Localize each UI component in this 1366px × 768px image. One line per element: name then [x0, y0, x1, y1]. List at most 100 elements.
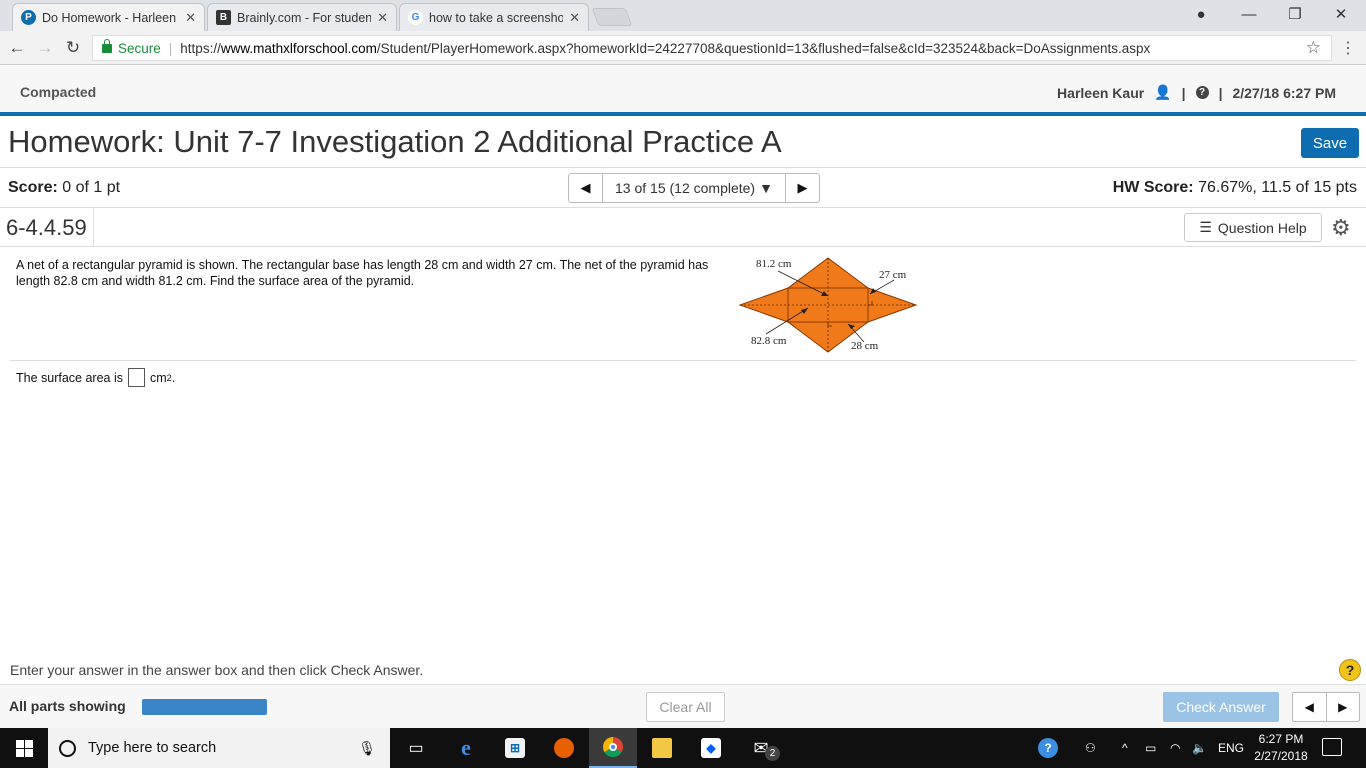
- header-divider: |: [1181, 84, 1186, 101]
- firefox-icon[interactable]: [540, 728, 588, 768]
- tab-label: Do Homework - Harleen: [42, 10, 177, 25]
- tab-brainly[interactable]: B Brainly.com - For student ✕: [207, 3, 397, 31]
- app-header: Compacted Harleen Kaur 👤 | ? | 2/27/18 6…: [0, 66, 1366, 116]
- bookmark-star-icon[interactable]: ☆: [1306, 38, 1321, 58]
- close-icon[interactable]: ✕: [569, 10, 580, 26]
- caret-down-icon: ▼: [759, 180, 773, 196]
- edge-icon[interactable]: e: [442, 728, 490, 768]
- clock-time: 6:27 PM: [1258, 732, 1304, 746]
- mail-icon[interactable]: ✉ 2: [737, 728, 785, 768]
- tab-label: how to take a screenshot: [429, 10, 564, 25]
- reload-icon[interactable]: ↻: [62, 37, 84, 59]
- lock-icon: [102, 38, 112, 53]
- volume-icon[interactable]: 🔈: [1192, 728, 1207, 768]
- url-text: https://www.mathxlforschool.com/Student/…: [180, 40, 1151, 56]
- windows-logo-icon: [15, 739, 33, 757]
- part-nav: ◀ ▶: [1292, 692, 1360, 722]
- hw-score: HW Score: 76.67%, 11.5 of 15 pts: [1112, 179, 1357, 196]
- chrome-menu-icon[interactable]: ⋮: [1340, 38, 1356, 58]
- question-toolbar: 6-4.4.59 ☰ Question Help ⚙: [0, 208, 1366, 247]
- brainly-icon: B: [216, 10, 231, 25]
- pearson-icon: P: [21, 10, 36, 25]
- label-net-length: 82.8 cm: [751, 335, 787, 347]
- help-tray-icon[interactable]: ?: [1038, 728, 1058, 768]
- label-base-length: 28 cm: [851, 340, 879, 352]
- window-close-icon[interactable]: ✕: [1318, 0, 1364, 28]
- notification-icon[interactable]: [1322, 738, 1342, 756]
- secure-label: Secure: [118, 40, 161, 56]
- question-text: A net of a rectangular pyramid is shown.…: [16, 258, 709, 288]
- dropbox-icon[interactable]: ◆: [687, 728, 735, 768]
- close-icon[interactable]: ✕: [377, 10, 388, 26]
- answer-prefix: The surface area is: [16, 370, 123, 385]
- save-button[interactable]: Save: [1301, 128, 1359, 158]
- people-icon[interactable]: ⚇: [1085, 728, 1096, 768]
- windows-taskbar: Type here to search 🎙 ▭ e ⊞ ◆ ✉ 2 ? ⚇ ^ ▭…: [0, 728, 1366, 768]
- user-icon: 👤: [1154, 84, 1172, 100]
- taskbar-clock[interactable]: 6:27 PM 2/27/2018: [1250, 731, 1312, 765]
- wifi-icon[interactable]: ◠: [1170, 728, 1180, 768]
- compacted-link[interactable]: Compacted: [20, 84, 96, 100]
- close-icon[interactable]: ✕: [185, 10, 196, 26]
- question-pager: ◀ 13 of 15 (12 complete) ▼ ▶: [568, 173, 820, 203]
- user-name[interactable]: Harleen Kaur: [1057, 85, 1144, 101]
- mail-badge: 2: [765, 746, 780, 761]
- start-button[interactable]: [0, 728, 48, 768]
- search-placeholder: Type here to search: [88, 740, 217, 756]
- google-icon: G: [408, 10, 423, 25]
- tab-label: Brainly.com - For student: [237, 10, 372, 25]
- file-explorer-icon[interactable]: [638, 728, 686, 768]
- browser-tab-strip: P Do Homework - Harleen ✕ B Brainly.com …: [0, 0, 1366, 31]
- back-icon[interactable]: ←: [6, 37, 28, 59]
- previous-question-button[interactable]: ◀: [569, 174, 603, 202]
- minimize-icon[interactable]: —: [1226, 0, 1272, 28]
- language-indicator[interactable]: ENG: [1218, 728, 1244, 768]
- next-question-button[interactable]: ▶: [785, 174, 819, 202]
- restore-icon[interactable]: ❐: [1272, 0, 1318, 28]
- task-view-icon[interactable]: ▭: [392, 728, 440, 768]
- clear-all-button[interactable]: Clear All: [646, 692, 725, 722]
- clock-date: 2/27/2018: [1254, 749, 1308, 763]
- divider: [93, 208, 94, 246]
- tab-do-homework[interactable]: P Do Homework - Harleen ✕: [12, 3, 205, 31]
- question-id: 6-4.4.59: [6, 215, 87, 240]
- answer-suffix: .: [171, 370, 176, 385]
- browser-toolbar: ← → ↻ Secure | https://www.mathxlforscho…: [0, 31, 1366, 65]
- address-divider: |: [168, 40, 173, 56]
- question-mark-help-icon[interactable]: ?: [1339, 659, 1361, 681]
- gear-icon[interactable]: ⚙: [1331, 215, 1351, 241]
- help-icon[interactable]: ?: [1195, 86, 1209, 99]
- chevron-up-icon[interactable]: ^: [1122, 728, 1128, 768]
- microphone-icon[interactable]: 🎙: [358, 740, 376, 757]
- page-title: Homework: Unit 7-7 Investigation 2 Addit…: [8, 124, 782, 159]
- profile-icon[interactable]: ●: [1178, 0, 1224, 28]
- forward-icon[interactable]: →: [34, 37, 56, 59]
- next-part-button[interactable]: ▶: [1327, 693, 1360, 721]
- battery-icon[interactable]: ▭: [1145, 728, 1156, 768]
- bottom-bar: All parts showing Clear All Check Answer…: [0, 684, 1366, 728]
- all-parts-showing: All parts showing: [9, 698, 126, 714]
- tab-google-search[interactable]: G how to take a screenshot ✕: [399, 3, 589, 31]
- answer-unit: cm: [150, 370, 167, 385]
- new-tab-button[interactable]: [591, 8, 633, 26]
- previous-part-button[interactable]: ◀: [1293, 693, 1327, 721]
- address-bar[interactable]: Secure | https://www.mathxlforschool.com…: [92, 35, 1332, 61]
- instructions: Enter your answer in the answer box and …: [10, 662, 424, 678]
- score-row: Score: 0 of 1 pt ◀ 13 of 15 (12 complete…: [0, 167, 1366, 208]
- cortana-icon: [59, 739, 76, 757]
- check-answer-button[interactable]: Check Answer: [1163, 692, 1279, 722]
- user-area: Harleen Kaur 👤 | ? | 2/27/18 6:27 PM: [1057, 84, 1336, 101]
- list-icon: ☰: [1199, 219, 1212, 235]
- score: Score: 0 of 1 pt: [8, 179, 121, 196]
- question-help-button[interactable]: ☰ Question Help: [1184, 213, 1322, 242]
- answer-line: The surface area is cm 2.: [16, 368, 175, 387]
- chrome-icon[interactable]: [589, 728, 637, 768]
- label-base-width: 27 cm: [879, 269, 907, 281]
- store-icon[interactable]: ⊞: [491, 728, 539, 768]
- taskbar-search[interactable]: Type here to search 🎙: [48, 728, 390, 768]
- parts-progress-bar: [142, 699, 267, 715]
- answer-input[interactable]: [128, 368, 145, 387]
- label-net-width: 81.2 cm: [756, 258, 792, 270]
- header-divider: |: [1218, 84, 1223, 101]
- question-selector[interactable]: 13 of 15 (12 complete) ▼: [603, 174, 785, 202]
